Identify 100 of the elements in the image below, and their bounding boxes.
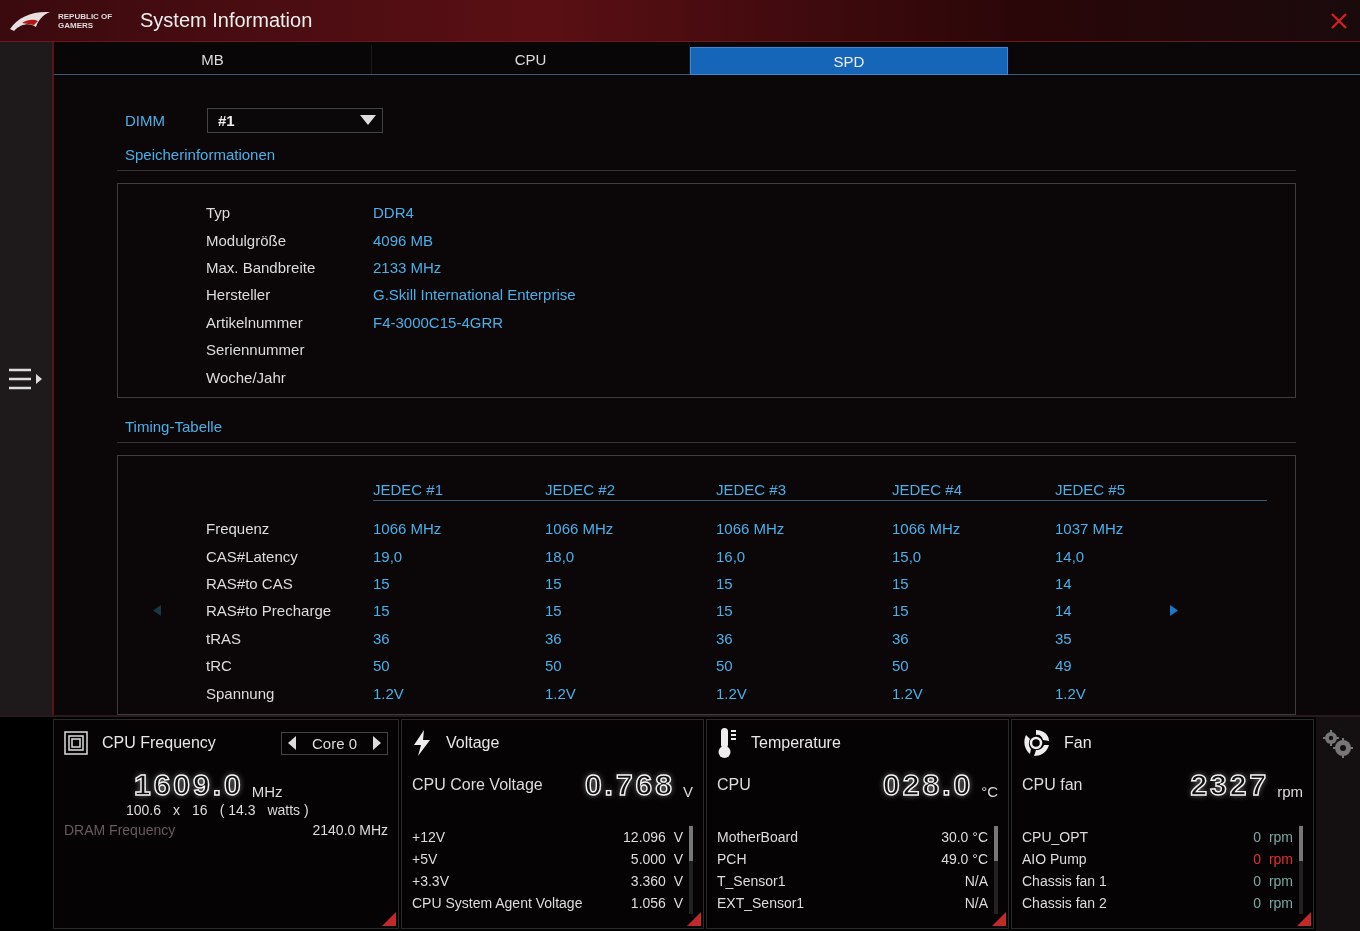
table-cell-text: 15 bbox=[545, 602, 563, 620]
section-title: Speicherinformationen bbox=[125, 146, 276, 163]
sensor-label: +3.3V bbox=[412, 873, 449, 889]
info-value: 4096 MB bbox=[373, 231, 434, 249]
info-label: Artikelnummer bbox=[206, 313, 304, 331]
table-cell-text: 15 bbox=[545, 574, 563, 592]
section-title: Timing-Tabelle bbox=[125, 418, 222, 435]
column-header: JEDEC #2 bbox=[545, 481, 617, 498]
table-cell-text: 1.2V bbox=[545, 684, 577, 702]
tab[interactable]: SPD bbox=[690, 47, 1008, 75]
settings-button[interactable] bbox=[1322, 729, 1354, 759]
detail-text: 100.6 bbox=[126, 802, 162, 818]
table-cell-text: 14 bbox=[1055, 574, 1073, 592]
table-cell-text: 15 bbox=[373, 602, 391, 620]
sensor-value: 3.360 V bbox=[630, 873, 683, 889]
sensor-value: 49.0 °C bbox=[941, 851, 988, 867]
main-reading: 028.0 bbox=[883, 768, 974, 802]
table-cell-text: 50 bbox=[545, 657, 563, 675]
sensor-label: CPU_OPT bbox=[1022, 829, 1089, 845]
close-icon bbox=[1330, 11, 1348, 30]
table-cell-text: 19,0 bbox=[373, 547, 404, 565]
row-label: Frequenz bbox=[206, 520, 271, 538]
table-cell-text: 15 bbox=[892, 574, 910, 592]
info-value: DDR4 bbox=[373, 204, 414, 222]
sensor-value: N/A bbox=[964, 873, 988, 889]
dimm-label: DIMM bbox=[125, 111, 165, 129]
scrollbar[interactable] bbox=[1299, 826, 1303, 914]
scrollbar[interactable] bbox=[994, 826, 998, 914]
table-cell-text: 15 bbox=[716, 574, 734, 592]
sensor-label: CPU System Agent Voltage bbox=[412, 895, 583, 911]
scrollbar[interactable] bbox=[689, 826, 693, 914]
reading-label: CPU fan bbox=[1022, 776, 1083, 795]
table-cell-text: 1066 MHz bbox=[892, 520, 962, 538]
window-title: System Information bbox=[140, 9, 313, 32]
info-value: 2133 MHz bbox=[373, 258, 442, 276]
unit-label: MHz bbox=[251, 783, 283, 802]
row-label: RAS#to CAS bbox=[206, 574, 294, 592]
settings-icon bbox=[1322, 729, 1354, 759]
left-arrow-icon bbox=[153, 605, 161, 617]
card-title: CPU Frequency bbox=[102, 734, 216, 752]
table-cell-text: 1.2V bbox=[716, 684, 748, 702]
card-title: Temperature bbox=[751, 734, 841, 752]
row-label: CAS#Latency bbox=[206, 547, 299, 565]
table-cell-text: 1.2V bbox=[892, 684, 924, 702]
right-arrow-icon bbox=[373, 736, 381, 750]
main-reading: 2327 bbox=[1190, 768, 1270, 802]
table-cell-text: 1.2V bbox=[1055, 684, 1087, 702]
logo-text: REPUBLIC OF GAMERS bbox=[58, 11, 114, 30]
table-cell-text: 1066 MHz bbox=[716, 520, 786, 538]
table-cell-text: 50 bbox=[716, 657, 734, 675]
detail-text: ( 14.3 bbox=[219, 802, 256, 818]
dram-label: DRAM Frequency bbox=[64, 822, 176, 838]
table-cell-text: 18,0 bbox=[545, 547, 576, 565]
info-label: Hersteller bbox=[206, 286, 272, 304]
info-label: Woche/Jahr bbox=[206, 368, 287, 386]
chip-icon bbox=[64, 731, 88, 755]
sensor-value: 0 rpm bbox=[1253, 873, 1293, 889]
reading-label: CPU bbox=[717, 776, 751, 795]
sensor-value: 30.0 °C bbox=[941, 829, 988, 845]
table-cell-text: 49 bbox=[1055, 657, 1073, 675]
table-cell-text: 15 bbox=[716, 602, 734, 620]
unit-label: V bbox=[683, 783, 693, 802]
column-header: JEDEC #5 bbox=[1055, 481, 1126, 498]
core-selector[interactable]: Core 0 bbox=[280, 731, 388, 755]
table-cell-text: 36 bbox=[373, 629, 391, 647]
dram-value: 2140.0 MHz bbox=[312, 822, 388, 838]
next-button[interactable] bbox=[1170, 605, 1178, 617]
table-cell-text: 1066 MHz bbox=[545, 520, 615, 538]
row-label: tRAS bbox=[206, 629, 242, 647]
unit-label: °C bbox=[981, 783, 998, 802]
sensor-value: 0 rpm bbox=[1253, 851, 1293, 867]
sensor-label: +5V bbox=[412, 851, 438, 867]
info-label: Modulgröße bbox=[206, 231, 288, 249]
lightning-icon bbox=[412, 730, 432, 756]
table-cell-text: 1037 MHz bbox=[1055, 520, 1125, 538]
close-button[interactable] bbox=[1330, 11, 1348, 30]
sensor-value: 0 rpm bbox=[1253, 829, 1293, 845]
thermometer-icon bbox=[717, 727, 737, 759]
sensor-label: MotherBoard bbox=[717, 829, 798, 845]
column-header: JEDEC #3 bbox=[716, 481, 788, 498]
reading-label: CPU Core Voltage bbox=[412, 776, 543, 795]
sensor-value: 12.096 V bbox=[623, 829, 683, 845]
caret-icon bbox=[360, 115, 376, 125]
fan-icon bbox=[1022, 729, 1050, 757]
sensor-label: PCH bbox=[717, 851, 747, 867]
detail-text: 16 bbox=[192, 802, 208, 818]
detail-text: watts ) bbox=[267, 802, 309, 818]
table-cell-text: 50 bbox=[373, 657, 391, 675]
row-label: tRC bbox=[206, 657, 233, 675]
dimm-dropdown[interactable]: #1 bbox=[207, 107, 383, 133]
table-cell-text: 14,0 bbox=[1055, 547, 1086, 565]
row-label: RAS#to Precharge bbox=[206, 602, 333, 620]
table-cell-text: 14 bbox=[1055, 602, 1073, 620]
info-value: F4-3000C15-4GRR bbox=[373, 313, 504, 331]
table-cell-text: 15,0 bbox=[892, 547, 923, 565]
column-header: JEDEC #1 bbox=[373, 481, 445, 498]
sensor-value: 0 rpm bbox=[1253, 895, 1293, 911]
card-title: Voltage bbox=[446, 734, 500, 752]
sensor-label: Chassis fan 1 bbox=[1022, 873, 1107, 889]
sensor-label: AIO Pump bbox=[1022, 851, 1087, 867]
